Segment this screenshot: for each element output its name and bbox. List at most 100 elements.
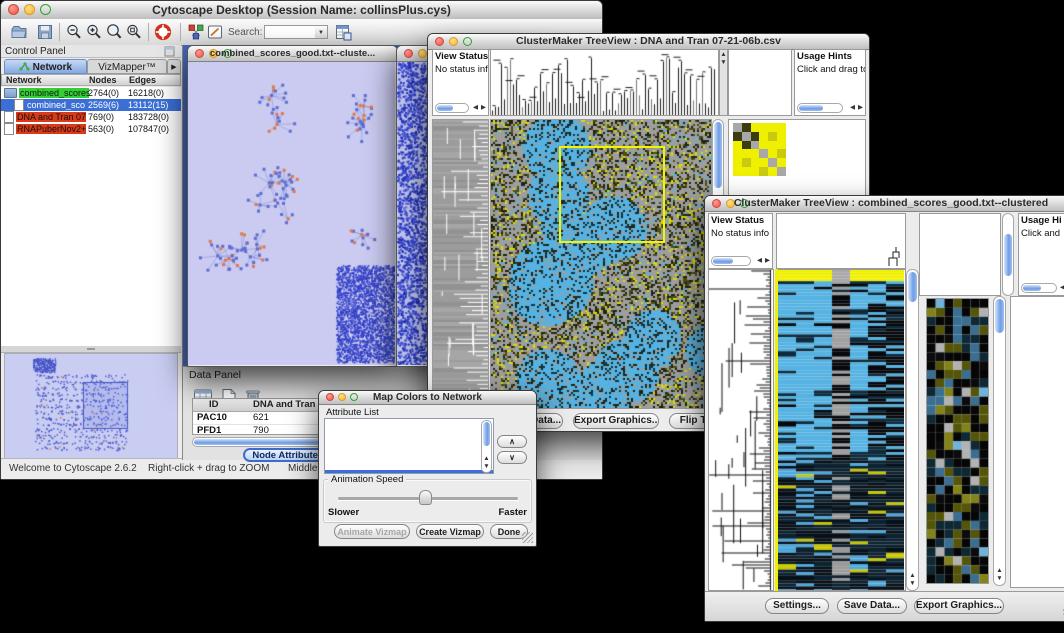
attribute-listbox[interactable]: ▲ ▼ (324, 418, 494, 474)
tv1-gene-dendrogram-panel[interactable] (432, 119, 489, 409)
panel-splitter[interactable] (1, 346, 181, 353)
scroll-right-icon[interactable]: ▶ (858, 104, 863, 112)
scroll-down-icon[interactable]: ▼ (482, 463, 491, 471)
scroll-up-icon[interactable]: ▲ (907, 572, 918, 580)
search-dropdown-button[interactable]: ▼ (315, 25, 328, 39)
tv1-status-hscrollbar[interactable] (435, 103, 469, 113)
network-overview-panel[interactable] (4, 353, 178, 459)
heatmap-selection-box[interactable] (559, 146, 665, 243)
scroll-up-icon[interactable]: ▲ (482, 455, 491, 463)
treeview2-titlebar[interactable]: ClusterMaker TreeView : combined_scores_… (705, 196, 1064, 212)
mini-heatmap-cell (759, 132, 768, 141)
save-session-button[interactable] (36, 23, 54, 41)
zoom-selected-button[interactable] (105, 23, 123, 41)
resize-grip[interactable] (522, 532, 533, 543)
speed-slider-thumb[interactable] (419, 490, 432, 505)
tv1-export-graphics-button[interactable]: Export Graphics... (573, 413, 659, 429)
tv2-zoom-heatmap-panel[interactable] (926, 298, 989, 584)
mini-heatmap-cell (759, 158, 768, 167)
view-status-title: View Status (709, 214, 772, 227)
main-window-title: Cytoscape Desktop (Session Name: collins… (1, 1, 602, 19)
attribute-value: 621 (253, 412, 269, 423)
zoom-heatmap-canvas[interactable] (927, 299, 988, 583)
gene-dendrogram-canvas[interactable] (433, 120, 488, 408)
scroll-right-icon[interactable]: ▶ (481, 104, 486, 112)
scroll-up-icon[interactable]: ▲ (720, 51, 727, 59)
tv1-usage-hints-panel: Usage Hints Click and drag tc ◀ ▶ (794, 49, 866, 116)
tv2-heatmap-panel[interactable] (778, 269, 906, 591)
minimize-icon[interactable] (418, 49, 427, 58)
annotation-icon[interactable] (206, 23, 224, 41)
tv2-usage-hscrollbar[interactable] (1021, 283, 1057, 293)
scroll-left-icon[interactable]: ◀ (757, 257, 762, 265)
network-canvas[interactable] (188, 62, 395, 365)
scroll-down-icon[interactable]: ▼ (720, 59, 727, 67)
scroll-down-icon[interactable]: ▼ (907, 580, 918, 588)
zoom-fit-button[interactable] (125, 23, 143, 41)
dialog-titlebar[interactable]: Map Colors to Network (319, 391, 536, 405)
animate-vizmap-button[interactable]: Animate Vizmap (334, 524, 410, 539)
heatmap-canvas[interactable] (778, 270, 904, 590)
tv2-zoom-vscrollbar[interactable]: ▲ ▼ (993, 296, 1006, 586)
network-edges-count: 16218(0) (128, 88, 164, 98)
mini-heatmap-cell (768, 132, 777, 141)
toolbar-separator (59, 23, 60, 41)
network-row-icon (4, 123, 14, 135)
network-list-row[interactable]: DNA and Tran 07 769(0) 183728(0) (1, 111, 181, 123)
tv2-save-data-button[interactable]: Save Data... (837, 598, 907, 614)
scroll-left-icon[interactable]: ◀ (1060, 284, 1064, 292)
correlation-mini-heatmap[interactable] (733, 123, 786, 176)
float-panel-icon[interactable] (164, 46, 175, 57)
tv2-gene-dendrogram-panel[interactable] (708, 269, 774, 591)
tv2-settings-button[interactable]: Settings... (765, 598, 829, 614)
tab-overflow-button[interactable]: ▶ (167, 59, 181, 74)
tv2-export-graphics-button[interactable]: Export Graphics... (914, 598, 1004, 614)
search-input[interactable] (264, 25, 316, 39)
network-edges-count: 13112(15) (128, 100, 168, 110)
view-status-text: No status info f (709, 227, 772, 240)
zoom-out-button[interactable] (65, 23, 83, 41)
attribute-browser-icon[interactable] (334, 23, 352, 41)
array-dendrogram-canvas[interactable] (491, 50, 718, 115)
network-overview-canvas[interactable] (5, 354, 175, 456)
gene-dendrogram-canvas[interactable] (709, 270, 773, 590)
scroll-right-icon[interactable]: ▶ (765, 257, 770, 265)
scroll-down-icon[interactable]: ▼ (994, 575, 1005, 583)
main-titlebar[interactable]: Cytoscape Desktop (Session Name: collins… (1, 1, 602, 20)
control-panel-header: Control Panel (1, 45, 181, 58)
move-down-button[interactable]: ∨ (497, 451, 527, 464)
open-session-button[interactable] (10, 23, 28, 41)
network-list-row[interactable]: combined_sco 2569(6) 13112(15) (1, 99, 181, 111)
tv2-usage-hints-panel: Usage Hi Click and ◀ ▶ (1018, 213, 1064, 296)
help-lifesaver-icon[interactable] (154, 23, 172, 41)
tv1-usage-hscrollbar[interactable] (797, 103, 843, 113)
tv2-status-hscrollbar[interactable] (711, 256, 751, 266)
close-icon[interactable] (404, 49, 413, 58)
create-vizmap-button[interactable]: Create Vizmap (416, 524, 484, 539)
scroll-up-icon[interactable]: ▲ (994, 567, 1005, 575)
mini-heatmap-cell (733, 123, 742, 132)
network-list-row[interactable]: combined_scores 2764(0) 16218(0) (1, 87, 181, 99)
vizmapper-icon[interactable] (187, 23, 205, 41)
tv2-array-dendrogram-panel[interactable] (776, 213, 906, 269)
mini-heatmap-cell (777, 123, 786, 132)
treeview1-titlebar[interactable]: ClusterMaker TreeView : DNA and Tran 07-… (428, 34, 869, 50)
attribute-list-vscrollbar[interactable]: ▲ ▼ (481, 420, 492, 473)
tv2-view-status-panel: View Status No status info f ◀ ▶ (708, 213, 773, 269)
usage-hints-text: Click and (1019, 227, 1064, 240)
scroll-left-icon[interactable]: ◀ (473, 104, 478, 112)
tv1-heatmap-panel[interactable] (490, 119, 712, 409)
tab-network[interactable]: Network (4, 59, 87, 74)
slower-label: Slower (328, 507, 359, 518)
move-up-button[interactable]: ∧ (497, 435, 527, 448)
tab-vizmapper[interactable]: VizMapper™ (87, 59, 167, 74)
network-view-window: combined_scores_good.txt--cluste... (187, 45, 398, 367)
tv1-array-dendrogram-panel[interactable] (490, 49, 719, 116)
tv2-heatmap-vscrollbar[interactable]: ▲ ▼ (906, 269, 919, 591)
network-view-titlebar[interactable]: combined_scores_good.txt--cluste... (188, 46, 397, 62)
zoom-in-button[interactable] (85, 23, 103, 41)
tv1-mini-scroll-strip[interactable]: ▲ ▼ (719, 49, 728, 116)
scroll-left-icon[interactable]: ◀ (850, 104, 855, 112)
tv2-labels-vscrollbar[interactable] (1002, 213, 1014, 296)
network-list-row[interactable]: RNAPuberNov2+I 563(0) 107847(0) (1, 123, 181, 135)
